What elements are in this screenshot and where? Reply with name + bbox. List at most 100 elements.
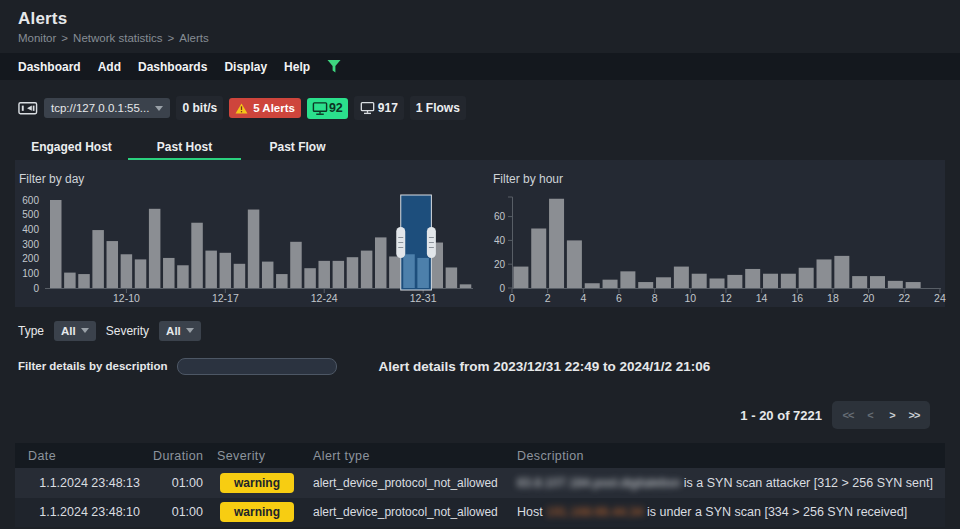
cell-alert-type: alert_device_protocol_not_allowed — [310, 476, 510, 490]
svg-text:0: 0 — [499, 283, 505, 294]
network-interface-icon — [18, 100, 38, 116]
filter-by-day-chart[interactable]: 0 100 200 300 400 500 600 12-10 12-17 12-24 12-31 — [15, 183, 480, 309]
pagination-row: 1 - 20 of 7221 <<<>>> — [0, 401, 930, 429]
svg-text:4: 4 — [580, 292, 586, 304]
alerts-badge-label: 5 Alerts — [253, 102, 295, 114]
svg-text:2: 2 — [545, 292, 551, 304]
svg-text:24: 24 — [934, 292, 946, 304]
chevron-down-icon — [155, 106, 163, 111]
charts-panel: Filter by day Filter by hour 01002003004… — [15, 160, 945, 307]
interface-select[interactable]: tcp://127.0.0.1:55... — [44, 98, 170, 118]
cell-alert-type: alert_device_protocol_not_allowed — [310, 505, 510, 519]
svg-text:200: 200 — [22, 253, 39, 264]
menu-item-help[interactable]: Help — [284, 60, 310, 74]
last-page-button[interactable]: >> — [903, 409, 925, 421]
svg-text:40: 40 — [494, 235, 506, 246]
alert-details-range: Alert details from 2023/12/31 22:49 to 2… — [379, 359, 711, 374]
cell-duration: 01:00 — [145, 505, 210, 519]
svg-text:22: 22 — [898, 292, 910, 304]
breadcrumb-item[interactable]: Network statistics — [73, 32, 162, 44]
statusbar: tcp://127.0.0.1:55... 0 bit/s 5 Alerts 9… — [18, 95, 942, 121]
tab-past-flow[interactable]: Past Flow — [241, 135, 354, 160]
tabs: Engaged HostPast HostPast Flow — [15, 135, 945, 160]
breadcrumb-separator: > — [168, 32, 175, 44]
filters-row: Type All Severity All — [18, 319, 942, 342]
alerts-badge[interactable]: 5 Alerts — [229, 98, 301, 118]
table-row: 1.1.2024 23:48:1001:00 warning alert_devic… — [15, 498, 945, 528]
table-header: Date Duration Severity Alert type Descri… — [15, 443, 945, 468]
devices-count: 917 — [378, 101, 398, 115]
svg-text:6: 6 — [616, 292, 622, 304]
next-page-button[interactable]: > — [881, 409, 903, 421]
svg-text:20: 20 — [494, 259, 506, 270]
svg-text:12-31: 12-31 — [410, 292, 437, 304]
filter-by-hour-chart[interactable]: 0204060024681012141618202224 — [480, 183, 950, 309]
first-page-button[interactable]: << — [837, 409, 859, 421]
redacted-text: 191.168.66.44.34 — [546, 505, 643, 519]
svg-text:500: 500 — [22, 209, 39, 220]
tab-engaged-host[interactable]: Engaged Host — [15, 135, 128, 160]
pager: <<<>>> — [832, 401, 930, 429]
menubar: Dashboard Add Dashboards Display Help — [0, 53, 960, 80]
svg-text:0: 0 — [33, 283, 39, 294]
severity-select[interactable]: All — [159, 321, 201, 341]
svg-text:60: 60 — [494, 211, 506, 222]
menu-item-add[interactable]: Add — [98, 60, 121, 74]
cell-date: 1.1.2024 23:48:10 — [15, 505, 145, 519]
monitor-icon — [360, 101, 375, 115]
details-row: Filter details by description Alert deta… — [18, 357, 942, 375]
severity-badge: warning — [220, 473, 294, 493]
svg-text:12-17: 12-17 — [212, 292, 239, 304]
severity-badge: warning — [220, 502, 294, 522]
interface-select-value: tcp://127.0.0.1:55... — [51, 102, 149, 114]
svg-text:18: 18 — [827, 292, 839, 304]
throughput-chip: 0 bit/s — [176, 96, 223, 120]
filter-funnel-icon[interactable] — [327, 60, 341, 73]
svg-text:8: 8 — [652, 292, 658, 304]
cell-description: Host 191.168.66.44.34 is under a SYN sca… — [510, 505, 945, 519]
devices-chip[interactable]: 917 — [354, 96, 404, 120]
menu-item-dashboard[interactable]: Dashboard — [18, 60, 81, 74]
warning-triangle-icon — [235, 103, 248, 114]
svg-text:12-10: 12-10 — [113, 292, 140, 304]
svg-text:600: 600 — [22, 195, 39, 206]
col-severity[interactable]: Severity — [210, 449, 310, 463]
col-duration[interactable]: Duration — [145, 449, 210, 463]
menu-item-display[interactable]: Display — [224, 60, 267, 74]
svg-text:100: 100 — [22, 268, 39, 279]
pagination-range: 1 - 20 of 7221 — [740, 408, 822, 423]
alerts-table: Date Duration Severity Alert type Descri… — [15, 443, 945, 527]
breadcrumb-item[interactable]: Monitor — [18, 32, 56, 44]
table-row: 1.1.2024 23:48:1301:00warningalert_devic… — [15, 468, 945, 498]
tab-past-host[interactable]: Past Host — [128, 135, 241, 160]
col-date[interactable]: Date — [15, 449, 145, 463]
col-alert-type[interactable]: Alert type — [310, 449, 510, 463]
redacted-text: 83.8.107.184.pool.digitalebsn — [517, 476, 680, 490]
svg-text:0: 0 — [509, 292, 515, 304]
svg-text:16: 16 — [791, 292, 803, 304]
svg-text:12-24: 12-24 — [311, 292, 338, 304]
prev-page-button[interactable]: < — [859, 409, 881, 421]
cell-description: 83.8.107.184.pool.digitalebsn is a SYN s… — [510, 476, 945, 490]
flows-chip[interactable]: 1 Flows — [410, 96, 466, 120]
chevron-down-icon — [186, 328, 194, 333]
cell-duration: 01:00 — [145, 476, 210, 490]
svg-text:10: 10 — [684, 292, 696, 304]
breadcrumb-item: Alerts — [179, 32, 208, 44]
svg-text:300: 300 — [22, 239, 39, 250]
page-title: Alerts — [18, 9, 942, 29]
col-description[interactable]: Description — [510, 449, 945, 463]
monitor-icon — [312, 101, 328, 116]
hosts-badge[interactable]: 92 — [307, 98, 348, 119]
svg-text:20: 20 — [863, 292, 875, 304]
menu-item-dashboards[interactable]: Dashboards — [138, 60, 207, 74]
description-filter-label: Filter details by description — [18, 360, 168, 372]
description-filter-input[interactable] — [177, 358, 337, 375]
svg-text:14: 14 — [756, 292, 768, 304]
severity-label: Severity — [106, 324, 149, 338]
chevron-down-icon — [81, 328, 89, 333]
hosts-badge-value: 92 — [329, 101, 343, 115]
page-header: Alerts Monitor>Network statistics>Alerts — [0, 0, 960, 53]
svg-text:400: 400 — [22, 224, 39, 235]
type-select[interactable]: All — [54, 321, 96, 341]
